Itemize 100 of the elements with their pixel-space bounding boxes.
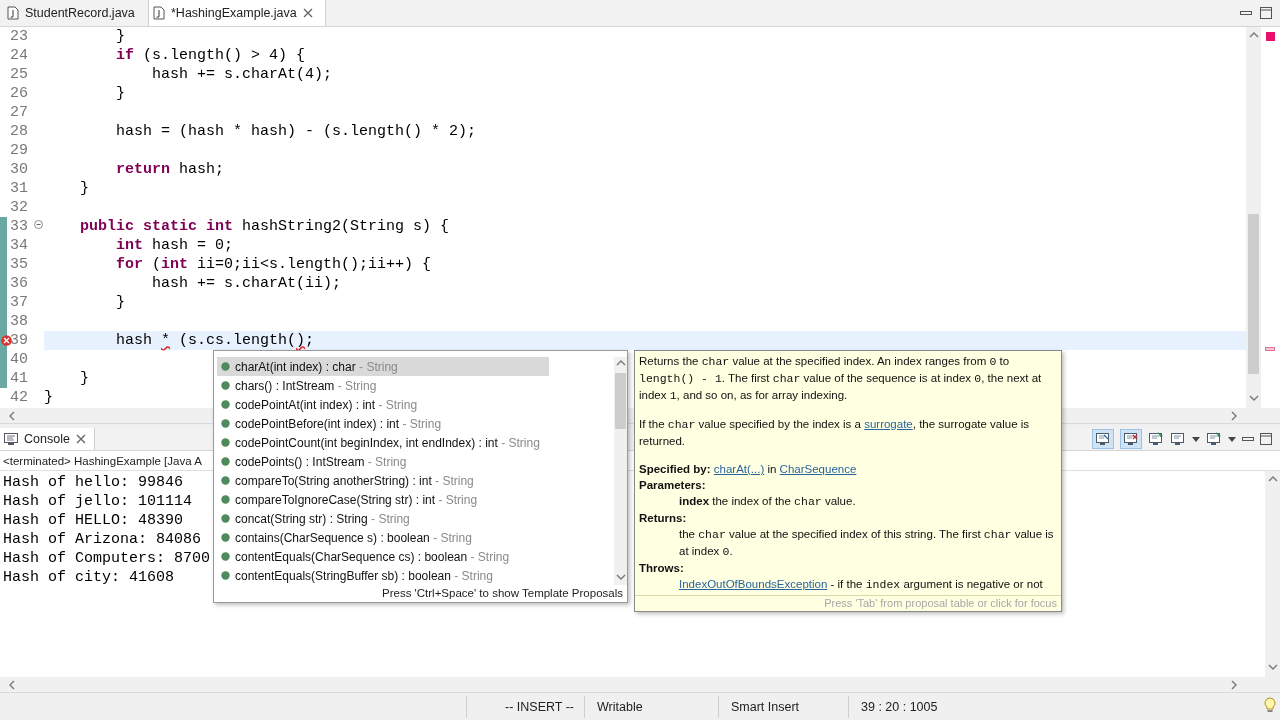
code-line: hash += s.charAt(ii); (151, 275, 342, 292)
new-window-icon[interactable] (1206, 431, 1222, 447)
line-number: 29 (9, 141, 28, 160)
editor-tab[interactable]: *HashingExample.java (148, 0, 326, 26)
list-scrollbar[interactable] (614, 357, 627, 585)
code-line: if (s.length() > 4) { (115, 47, 306, 64)
line-number: 38 (9, 312, 28, 331)
vertical-scrollbar[interactable] (1246, 27, 1261, 408)
caret-icon[interactable] (1192, 436, 1200, 442)
doc-heading: Throws: (639, 561, 685, 576)
monitor-pin-icon[interactable] (1148, 431, 1164, 447)
doc-paragraph: If the char value specified by the index is a surrogate, the surrogate value is returned. (639, 417, 1031, 449)
method-icon (221, 552, 230, 561)
completion-item[interactable]: charAt(int index) : char - String (217, 357, 549, 376)
caret-icon[interactable] (1228, 436, 1236, 442)
method-icon (221, 419, 230, 428)
code-line: hash * (s.cs.length(); (115, 332, 315, 349)
overview-mark-icon[interactable] (1265, 347, 1275, 351)
method-icon (221, 381, 230, 390)
error-marker-icon[interactable] (1266, 32, 1275, 41)
popup-hint: Press 'Tab' from proposal table or click for focus (635, 595, 1061, 611)
completion-item[interactable]: contentEquals(CharSequence cs) : boolean - String (217, 547, 549, 566)
minimize-icon[interactable] (1242, 435, 1254, 443)
completion-item[interactable]: compareToIgnoreCase(String str) : int - String (217, 490, 549, 509)
minimize-icon[interactable] (1240, 9, 1252, 17)
line-number: 37 (9, 293, 28, 312)
status-text: 39 : 20 : 1005 (848, 695, 978, 718)
line-number: 24 (9, 46, 28, 65)
console-line: Hash of HELLO: 48390 (3, 511, 184, 530)
completion-item[interactable]: compareTo(String anotherString) : int - String (217, 471, 549, 490)
code-line: public static int hashString2(String s) { (79, 218, 450, 235)
line-number: 42 (9, 388, 28, 407)
doc-link[interactable]: IndexOutOfBoundsException (679, 578, 828, 590)
status-text: Smart Insert (718, 695, 848, 718)
code-line: } (79, 370, 89, 387)
close-tab-icon[interactable] (302, 8, 313, 18)
doc-heading: Parameters: (639, 478, 707, 493)
line-number: 26 (9, 84, 28, 103)
code-line: return hash; (115, 161, 225, 178)
line-number: 36 (9, 274, 28, 293)
console-line: Hash of hello: 99846 (3, 473, 184, 492)
completion-item[interactable]: codePoints() : IntStream - String (217, 452, 549, 471)
line-number: 31 (9, 179, 28, 198)
scroll-thumb[interactable] (615, 373, 626, 429)
method-icon (221, 457, 230, 466)
console-tab[interactable]: Console (0, 428, 95, 450)
code-line: } (115, 294, 125, 311)
doc-link[interactable]: surrogate (864, 418, 913, 430)
close-icon[interactable] (75, 434, 86, 444)
maximize-icon[interactable] (1260, 7, 1272, 19)
method-icon (221, 514, 230, 523)
console-scrollbar[interactable] (1265, 471, 1280, 677)
completion-item[interactable]: chars() : IntStream - String (217, 376, 549, 395)
console-icon (4, 432, 18, 446)
line-number: 35 (9, 255, 28, 274)
completion-item[interactable]: contentEquals(StringBuffer sb) : boolean - String (217, 566, 549, 585)
method-icon (221, 400, 230, 409)
doc-description: IndexOutOfBoundsException - if the index argument is negative or not (678, 577, 1044, 593)
code-line: hash += s.charAt(4); (151, 66, 333, 83)
completion-item[interactable]: codePointCount(int beginIndex, int endIndex) : int - String (217, 433, 549, 452)
line-number: 28 (9, 122, 28, 141)
doc-description: index the index of the char value. (678, 494, 857, 510)
method-icon (221, 438, 230, 447)
popup-hint: Press 'Ctrl+Space' to show Template Proposals (381, 586, 624, 601)
code-line: for (int ii=0;ii<s.length();ii++) { (115, 256, 432, 273)
code-line: } (44, 389, 53, 406)
console-line: Hash of Computers: 8700 (3, 549, 211, 568)
collapse-icon[interactable] (34, 220, 43, 229)
code-line: hash = (hash * hash) - (s.length() * 2); (115, 123, 477, 140)
line-number: 34 (9, 236, 28, 255)
lightbulb-icon[interactable] (1264, 696, 1276, 713)
method-icon (221, 571, 230, 580)
console-line: Hash of city: 41608 (3, 568, 175, 587)
console-line: Hash of jello: 101114 (3, 492, 193, 511)
line-number: 23 (9, 27, 28, 46)
line-number: 25 (9, 65, 28, 84)
console-line: Hash of Arizona: 84086 (3, 530, 202, 549)
java-file-icon (153, 6, 165, 20)
doc-paragraph: Returns the char value at the specified index. An index ranges from 0 to length() - 1. The first char value of the sequence is at index 0, the next at index 1, and so on, as for array indexing. (639, 354, 1043, 404)
status-text: Writable (584, 695, 718, 718)
horizontal-scrollbar[interactable] (0, 677, 1280, 692)
line-number: 27 (9, 103, 28, 122)
line-number: 30 (9, 160, 28, 179)
line-number: 32 (9, 198, 28, 217)
completion-item[interactable]: concat(String str) : String - String (217, 509, 549, 528)
status-text: -- INSERT -- (466, 695, 584, 718)
method-icon (221, 533, 230, 542)
method-icon (221, 495, 230, 504)
code-line: } (115, 28, 125, 45)
line-number: 39 (9, 331, 28, 350)
completion-item[interactable]: codePointAt(int index) : int - String (217, 395, 549, 414)
doc-heading: Returns: (639, 511, 688, 526)
completion-item[interactable]: contains(CharSequence s) : boolean - String (217, 528, 549, 547)
maximize-icon[interactable] (1260, 433, 1272, 445)
monitor-icon[interactable] (1170, 431, 1186, 447)
scroll-thumb[interactable] (1248, 214, 1259, 374)
method-icon (221, 476, 230, 485)
doc-description: the char value at the specified index of this string. The first char value is at index 0. (678, 527, 1055, 560)
completion-item[interactable]: codePointBefore(int index) : int - String (217, 414, 549, 433)
line-number: 41 (9, 369, 28, 388)
